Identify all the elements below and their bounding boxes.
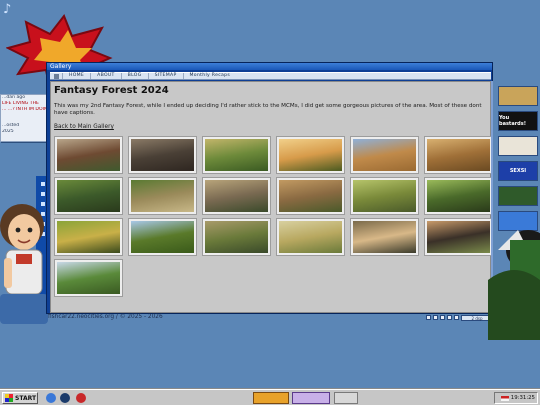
language-flag-icon[interactable]	[500, 395, 509, 401]
pepsi-ad[interactable]: SEXSI	[498, 161, 538, 181]
gallery-thumbnail-evening-road[interactable]	[350, 218, 419, 256]
thumbnail-image	[427, 139, 490, 171]
nav-link-home[interactable]: HOME	[62, 73, 90, 79]
gallery-window[interactable]: Gallery HOME ABOUT BLOG SITEMAP Monthly …	[46, 62, 493, 314]
gallery-thumbnail-cottage-row[interactable]	[128, 177, 197, 215]
gallery-thumbnail-sunset-field[interactable]	[276, 136, 345, 174]
thumbnail-image	[131, 180, 194, 212]
thumbnail-image	[205, 180, 268, 212]
footer-badge[interactable]	[454, 315, 459, 320]
gallery-thumbnail-field-trees[interactable]	[202, 136, 271, 174]
thumbnail-image	[353, 139, 416, 171]
thumbnail-image	[57, 139, 120, 171]
gallery-thumbnail-country-road[interactable]	[350, 177, 419, 215]
nav-link-about[interactable]: ABOUT	[90, 73, 121, 79]
site-footer: fishcar22.neocities.org / © 2025 - 2026	[48, 314, 163, 320]
you-bastards-ad[interactable]: You bastards!	[498, 111, 538, 131]
notification-line: 2025	[2, 129, 14, 134]
gallery-thumbnail-village-street[interactable]	[54, 136, 123, 174]
photo-ad[interactable]	[498, 186, 538, 206]
gallery-thumbnail-tree-line[interactable]	[128, 218, 197, 256]
taskbar: START 19:31:25	[0, 389, 540, 405]
start-label: START	[15, 394, 37, 402]
footer-badge[interactable]	[447, 315, 452, 320]
thumbnail-image	[57, 180, 120, 212]
gallery-thumbnail-dark-gate[interactable]	[424, 218, 493, 256]
page-title: Fantasy Forest 2024	[54, 85, 169, 96]
system-tray: 19:31:25	[494, 392, 538, 404]
windows-logo-icon	[5, 394, 13, 402]
home-icon[interactable]	[54, 73, 59, 79]
gallery-thumbnail-stone-cottage[interactable]	[202, 177, 271, 215]
clock[interactable]: 19:31:25	[511, 395, 535, 401]
gallery-thumbnail-garden-gate[interactable]	[54, 177, 123, 215]
thumbnail-image	[353, 221, 416, 253]
notification-window[interactable]: ...dan ago LIFE LIVING THE ... ...? INTH…	[0, 94, 48, 142]
thumbnail-image	[279, 139, 342, 171]
gallery-thumbnail-college-roof[interactable]	[350, 136, 419, 174]
nav-link-sitemap[interactable]: SITEMAP	[147, 73, 183, 79]
notification-line: ... ...? INTH IM DOING	[2, 107, 47, 112]
start-button[interactable]: START	[2, 392, 38, 404]
gallery-thumbnail-sheep-meadow[interactable]	[276, 218, 345, 256]
dogs-ad[interactable]	[498, 86, 538, 106]
window-titlebar[interactable]: Gallery	[47, 63, 492, 70]
pizza-ad[interactable]	[498, 136, 538, 156]
taskbar-banner-2[interactable]	[292, 392, 330, 404]
gallery-thumbnail-stone-lane[interactable]	[128, 136, 197, 174]
thumbnail-image	[205, 221, 268, 253]
thumbnail-image	[131, 221, 194, 253]
back-to-gallery-link[interactable]: Back to Main Gallery	[54, 124, 114, 130]
gallery-thumbnail-hedge-field[interactable]	[54, 259, 123, 297]
butterfly-icon[interactable]	[46, 393, 56, 403]
thumbnail-image	[205, 139, 268, 171]
gallery-thumbnail-manor-house[interactable]	[276, 177, 345, 215]
cartoon-characters-right	[488, 230, 540, 340]
thumbnail-image	[427, 180, 490, 212]
steam-icon[interactable]	[60, 393, 70, 403]
nav-link-blog[interactable]: BLOG	[120, 73, 148, 79]
thumbnail-image	[279, 180, 342, 212]
thumbnail-image	[279, 221, 342, 253]
gallery-thumbnail-sunlit-canopy[interactable]	[54, 218, 123, 256]
page-description: This was my 2nd Fantasy Forest, while I …	[54, 103, 482, 116]
taskbar-banner-3[interactable]	[334, 392, 358, 404]
nav-link-monthly-recaps[interactable]: Monthly Recaps	[182, 73, 237, 79]
footer-badge[interactable]	[433, 315, 438, 320]
footer-badges: 2 dsp	[426, 315, 493, 321]
panel-dot	[40, 182, 45, 186]
browser-icon[interactable]	[76, 393, 86, 403]
thumbnail-image	[131, 139, 194, 171]
gallery-thumbnail-golden-stone[interactable]	[424, 136, 493, 174]
thumbnail-image	[353, 180, 416, 212]
gallery-thumbnail-green-lane[interactable]	[424, 177, 493, 215]
footer-badge[interactable]	[426, 315, 431, 320]
thumbnail-image	[57, 221, 120, 253]
gallery-content: Fantasy Forest 2024 This was my 2nd Fant…	[50, 81, 493, 313]
footer-badge[interactable]	[440, 315, 445, 320]
thumbnail-image	[427, 221, 490, 253]
site-navbar: HOME ABOUT BLOG SITEMAP Monthly Recaps	[50, 72, 491, 80]
gallery-thumbnail-hillside-path[interactable]	[202, 218, 271, 256]
thumbnail-image	[57, 262, 120, 294]
taskbar-banner-1[interactable]	[253, 392, 289, 404]
